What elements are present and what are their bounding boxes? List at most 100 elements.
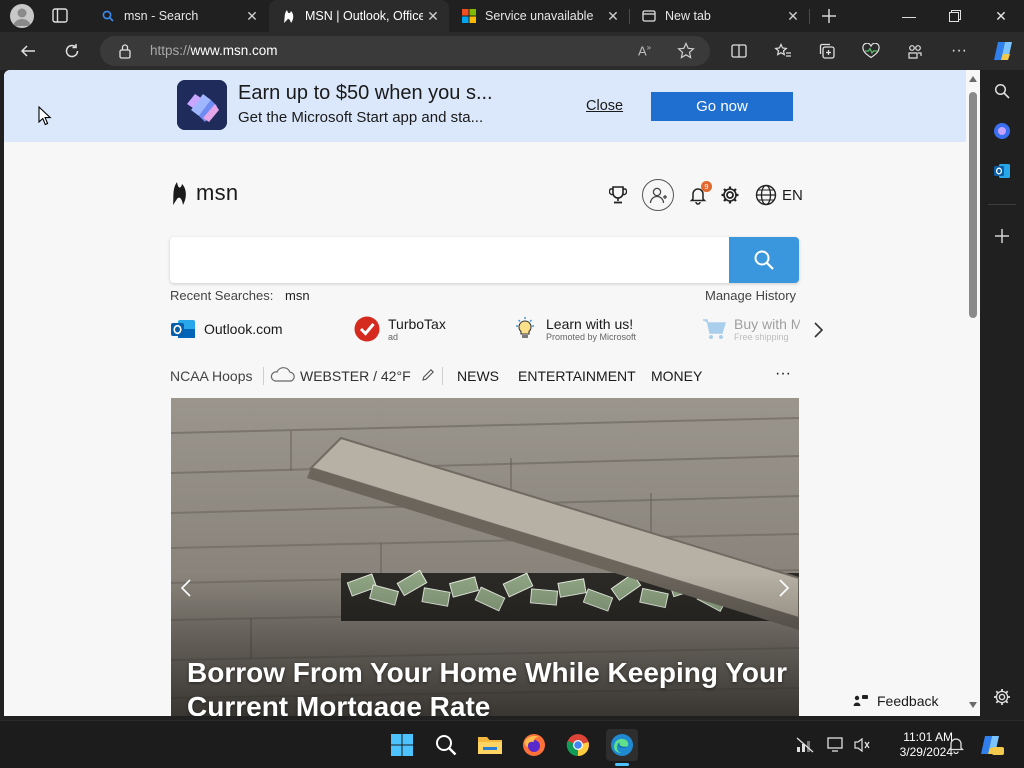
read-aloud-icon[interactable]: A»	[638, 43, 651, 58]
vertical-tabs-icon	[52, 8, 68, 23]
banner-close-link[interactable]: Close	[586, 98, 623, 114]
lightbulb-icon	[512, 316, 538, 342]
newtab-icon	[641, 8, 657, 24]
go-now-button[interactable]: Go now	[651, 92, 793, 121]
display-icon[interactable]	[826, 735, 846, 755]
quick-link-label: Learn with us!	[546, 316, 634, 332]
chrome-button[interactable]	[562, 729, 594, 761]
favorites-button[interactable]	[768, 36, 798, 66]
tab-new-tab[interactable]: New tab ✕	[629, 0, 809, 32]
msn-wordmark: msn	[196, 180, 239, 205]
language-button[interactable]	[753, 182, 779, 208]
minimize-button[interactable]: —	[886, 0, 932, 32]
minimize-icon: —	[902, 8, 916, 24]
copilot-icon	[981, 736, 1004, 755]
file-explorer-button[interactable]	[474, 729, 506, 761]
scroll-up-icon[interactable]	[969, 76, 977, 82]
page-viewport: Earn up to $50 when you s... Get the Mic…	[4, 70, 966, 716]
msn-logo[interactable]: msn	[170, 180, 238, 206]
nav-ncaa-hoops[interactable]: NCAA Hoops	[170, 368, 252, 384]
language-label[interactable]: EN	[782, 187, 803, 204]
ad-label: ad	[388, 332, 399, 342]
copilot-button[interactable]	[988, 36, 1018, 66]
sidebar-outlook-button[interactable]	[989, 158, 1015, 184]
user-icon	[649, 187, 667, 204]
nav-more-button[interactable]: ···	[775, 365, 791, 383]
taskbar-search-button[interactable]	[430, 729, 462, 761]
tab-strip: msn - Search ✕ MSN | Outlook, Office ✕ S…	[0, 0, 1024, 32]
firefox-button[interactable]	[518, 729, 550, 761]
search-button[interactable]	[729, 237, 799, 283]
microsoft-start-app-icon	[177, 80, 227, 130]
settings-more-button[interactable]: ···	[944, 36, 974, 66]
quick-link-learn[interactable]: Learn with us! Promoted by Microsoft	[512, 316, 636, 342]
page-settings-button[interactable]	[717, 182, 743, 208]
new-tab-button[interactable]	[818, 6, 840, 26]
scroll-down-icon[interactable]	[969, 702, 977, 708]
quick-link-outlook[interactable]: Outlook.com	[170, 316, 283, 342]
refresh-icon	[65, 44, 79, 58]
close-window-button[interactable]: ✕	[978, 0, 1024, 32]
close-tab-icon[interactable]: ✕	[783, 6, 803, 26]
back-button[interactable]	[13, 36, 43, 66]
sidebar-add-button[interactable]	[989, 223, 1015, 249]
copilot-preview-button[interactable]	[976, 729, 1008, 761]
url-text[interactable]: https://www.msn.com	[150, 43, 278, 58]
split-screen-button[interactable]	[724, 36, 754, 66]
network-off-icon[interactable]	[795, 735, 815, 755]
recent-search-item[interactable]: msn	[285, 288, 310, 303]
category-nav: NCAA Hoops WEBSTER / 42°F NEWS ENTERTAIN…	[170, 365, 800, 387]
search-input[interactable]	[170, 237, 799, 283]
hero-headline[interactable]: Borrow From Your Home While Keeping Your…	[187, 656, 787, 716]
address-bar[interactable]: https://www.msn.com A»	[100, 36, 710, 66]
browser-toolbar: https://www.msn.com A» ···	[0, 32, 1024, 70]
profile-avatar[interactable]	[10, 4, 34, 28]
banner-headline: Earn up to $50 when you s...	[238, 82, 493, 104]
carousel-next-button[interactable]	[769, 568, 799, 608]
quick-link-turbotax[interactable]: TurboTax ad	[354, 316, 446, 342]
promoted-label: Promoted by Microsoft	[546, 332, 637, 342]
nav-weather[interactable]: WEBSTER / 42°F	[300, 368, 411, 384]
sidebar-search-button[interactable]	[989, 78, 1015, 104]
tab-title: Service unavailable	[485, 9, 594, 23]
lock-icon[interactable]	[118, 43, 132, 64]
refresh-button[interactable]	[57, 36, 87, 66]
carousel-prev-button[interactable]	[171, 568, 201, 608]
nav-entertainment[interactable]: ENTERTAINMENT	[518, 368, 636, 384]
start-button[interactable]	[386, 729, 418, 761]
sidebar-copilot-button[interactable]	[989, 118, 1015, 144]
rewards-button[interactable]	[605, 182, 631, 208]
favorite-star-icon[interactable]	[677, 42, 695, 65]
quick-link-buy[interactable]: Buy with M Free shipping	[702, 316, 800, 342]
sidebar-settings-button[interactable]	[989, 684, 1015, 710]
close-tab-icon[interactable]: ✕	[603, 6, 623, 26]
scrollbar-thumb[interactable]	[969, 92, 977, 318]
notification-center-icon[interactable]	[946, 735, 966, 755]
tab-msn-outlook[interactable]: MSN | Outlook, Office ✕	[269, 0, 449, 32]
restore-button[interactable]	[932, 0, 978, 32]
close-tab-icon[interactable]: ✕	[242, 6, 262, 26]
notifications-button[interactable]: 9	[685, 181, 712, 208]
edge-button[interactable]	[606, 729, 638, 766]
search-icon	[436, 735, 457, 756]
nav-news[interactable]: NEWS	[457, 368, 499, 384]
browser-essentials-button[interactable]	[856, 36, 886, 66]
nav-money[interactable]: MONEY	[651, 368, 702, 384]
tab-msn-search[interactable]: msn - Search ✕	[88, 0, 268, 32]
gear-icon	[721, 186, 739, 204]
feedback-label: Feedback	[877, 693, 939, 709]
pencil-icon[interactable]	[421, 368, 435, 385]
system-clock[interactable]: 11:01 AM 3/29/2024	[875, 730, 953, 760]
tab-service-unavailable[interactable]: Service unavailable ✕	[449, 0, 629, 32]
quick-links-next-button[interactable]	[806, 318, 830, 342]
hero-article-card[interactable]: Borrow From Your Home While Keeping Your…	[171, 398, 799, 716]
collections-button[interactable]	[812, 36, 842, 66]
manage-history-link[interactable]: Manage History	[705, 288, 796, 303]
feedback-button[interactable]: Feedback	[843, 688, 949, 714]
page-scrollbar[interactable]	[966, 70, 980, 716]
volume-muted-icon[interactable]	[852, 735, 872, 755]
tab-actions-button[interactable]	[50, 7, 70, 25]
extensions-button[interactable]	[900, 36, 930, 66]
close-tab-icon[interactable]: ✕	[423, 6, 443, 26]
sign-in-button[interactable]	[642, 179, 674, 211]
